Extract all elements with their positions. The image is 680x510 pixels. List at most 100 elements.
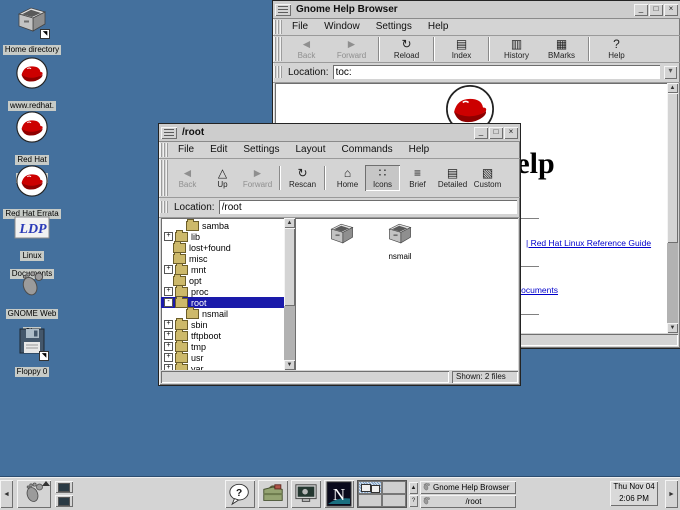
location-input[interactable] xyxy=(333,65,660,79)
detailed-button[interactable]: ▤Detailed xyxy=(435,165,470,191)
window-menu-button[interactable] xyxy=(161,127,177,139)
applet-button-top[interactable] xyxy=(55,481,73,493)
close-button[interactable]: × xyxy=(664,4,678,16)
config-tool-launcher-button[interactable] xyxy=(258,480,288,508)
menu-window[interactable]: Window xyxy=(316,19,368,35)
home-button[interactable]: ⌂Home xyxy=(330,165,365,191)
brief-button[interactable]: ≡Brief xyxy=(400,165,435,191)
forward-button[interactable]: ►Forward xyxy=(240,165,275,191)
desktop-icon-red-hat-errata[interactable]: Red Hat Errata xyxy=(0,164,64,221)
expand-icon[interactable]: + xyxy=(164,232,173,241)
terminal-launcher-button[interactable] xyxy=(291,480,321,508)
applet-button-bottom[interactable] xyxy=(55,495,73,507)
scroll-up-icon[interactable]: ▲ xyxy=(284,218,295,228)
deskguide-desktop[interactable] xyxy=(382,494,406,507)
menu-file[interactable]: File xyxy=(170,142,202,158)
button-label: Index xyxy=(452,51,472,60)
locationbar-grip[interactable] xyxy=(274,66,282,78)
scrollbar-thumb[interactable] xyxy=(667,93,678,243)
menu-settings[interactable]: Settings xyxy=(368,19,420,35)
netscape-launcher-button[interactable]: N xyxy=(324,480,354,508)
toolbar-grip[interactable] xyxy=(274,37,282,61)
file-icon-panel[interactable]: nsmail xyxy=(295,218,518,370)
menu-help[interactable]: Help xyxy=(401,142,438,158)
expand-icon[interactable]: + xyxy=(164,342,173,351)
toolbar-separator xyxy=(433,37,435,61)
fm-titlebar[interactable]: /root _□× xyxy=(159,124,520,142)
task-button-gnome-help-browser[interactable]: Gnome Help Browser xyxy=(420,481,516,494)
desktop-icon-home-directory[interactable]: ◥Home directory xyxy=(0,6,64,57)
tree-item-var[interactable]: +var xyxy=(161,363,284,370)
menubar-grip[interactable] xyxy=(274,20,282,34)
minimize-button[interactable]: _ xyxy=(634,4,648,16)
file-item-nsmail[interactable]: nsmail xyxy=(375,221,425,261)
up-button[interactable]: △Up xyxy=(205,165,240,191)
help-vertical-scrollbar[interactable]: ▲ ▼ xyxy=(667,83,678,333)
expand-icon[interactable]: + xyxy=(164,287,173,296)
scroll-down-icon[interactable]: ▼ xyxy=(284,360,295,370)
location-dropdown-button[interactable]: ▾ xyxy=(664,66,677,79)
deskguide-active-desktop[interactable] xyxy=(358,481,382,494)
deskguide-desktop[interactable] xyxy=(382,481,406,494)
deskguide-applet[interactable] xyxy=(357,480,407,508)
help-launcher-button[interactable]: ? xyxy=(225,480,255,508)
toolbar-grip[interactable] xyxy=(160,160,168,196)
custom-button[interactable]: ▧Custom xyxy=(470,165,505,191)
expand-icon[interactable]: + xyxy=(164,331,173,340)
menu-settings[interactable]: Settings xyxy=(235,142,287,158)
back-button[interactable]: ◄Back xyxy=(284,36,329,62)
folder-drawer-icon xyxy=(317,221,367,252)
tree-scrollbar[interactable]: ▲ ▼ xyxy=(284,218,295,370)
locationbar-grip[interactable] xyxy=(160,201,168,213)
scroll-up-icon[interactable]: ▲ xyxy=(667,83,678,93)
button-label: Back xyxy=(179,180,197,189)
deskguide-arrow-button[interactable]: ▲ xyxy=(409,482,418,494)
deskguide-question-button[interactable]: ? xyxy=(409,495,418,507)
deskguide-window xyxy=(361,484,371,492)
menu-commands[interactable]: Commands xyxy=(334,142,401,158)
forward-icon: ► xyxy=(252,167,264,180)
history-button[interactable]: ▥History xyxy=(494,36,539,62)
bmarks-button[interactable]: ▦BMarks xyxy=(539,36,584,62)
fm-status-right: Shown: 2 files xyxy=(452,371,518,383)
location-input[interactable] xyxy=(219,200,517,214)
file-item[interactable] xyxy=(317,221,367,252)
panel-hide-left-button[interactable]: ◄ xyxy=(0,480,13,508)
expand-icon[interactable]: + xyxy=(164,353,173,362)
scroll-down-icon[interactable]: ▼ xyxy=(667,323,678,333)
icons-button[interactable]: ∷Icons xyxy=(365,165,400,191)
minimize-button[interactable]: _ xyxy=(474,127,488,139)
help-titlebar[interactable]: Gnome Help Browser _□× xyxy=(273,1,680,19)
close-button[interactable]: × xyxy=(504,127,518,139)
tree-item-label: nsmail xyxy=(202,309,228,319)
reference-guide-link[interactable]: | Red Hat Linux Reference Guide xyxy=(526,238,651,248)
menubar-grip[interactable] xyxy=(160,143,168,157)
documents-link[interactable]: Documents xyxy=(515,285,558,295)
menu-help[interactable]: Help xyxy=(420,19,457,35)
menu-file[interactable]: File xyxy=(284,19,316,35)
tree-item-root[interactable]: -root xyxy=(161,297,284,308)
collapse-icon[interactable]: - xyxy=(164,298,173,307)
help-button[interactable]: ?Help xyxy=(594,36,639,62)
desktop-icon-floppy-0[interactable]: ◥Floppy 0 xyxy=(0,326,64,379)
expand-icon[interactable]: + xyxy=(164,320,173,329)
scrollbar-thumb[interactable] xyxy=(284,228,295,306)
forward-button[interactable]: ►Forward xyxy=(329,36,374,62)
rescan-icon: ↻ xyxy=(297,167,307,180)
task-button--root[interactable]: /root xyxy=(420,495,516,508)
panel-hide-right-button[interactable]: ► xyxy=(665,480,678,508)
menu-edit[interactable]: Edit xyxy=(202,142,235,158)
deskguide-desktop[interactable] xyxy=(358,494,382,507)
window-menu-button[interactable] xyxy=(275,4,291,16)
rescan-button[interactable]: ↻Rescan xyxy=(285,165,320,191)
back-button[interactable]: ◄Back xyxy=(170,165,205,191)
maximize-button[interactable]: □ xyxy=(489,127,503,139)
maximize-button[interactable]: □ xyxy=(649,4,663,16)
menu-layout[interactable]: Layout xyxy=(288,142,334,158)
index-button[interactable]: ▤Index xyxy=(439,36,484,62)
clock-applet[interactable]: Thu Nov 04 2:06 PM xyxy=(610,481,658,506)
main-menu-button[interactable] xyxy=(17,480,51,508)
shortcut-emblem-icon: ◥ xyxy=(40,29,50,39)
reload-button[interactable]: ↻Reload xyxy=(384,36,429,62)
expand-icon[interactable]: + xyxy=(164,265,173,274)
